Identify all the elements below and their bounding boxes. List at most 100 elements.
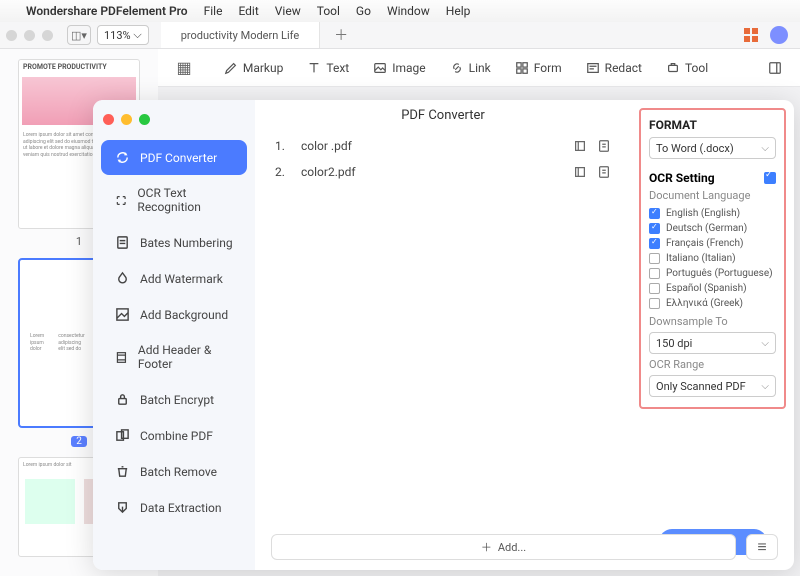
file-open-icon[interactable]: [597, 165, 611, 179]
lang-option[interactable]: Ελληνικά (Greek): [649, 296, 776, 311]
dialog-window-controls: [93, 110, 255, 139]
checkbox-icon[interactable]: [649, 298, 660, 309]
menu-window[interactable]: Window: [387, 4, 430, 18]
menu-view[interactable]: View: [275, 4, 301, 18]
close-icon[interactable]: [6, 30, 17, 41]
app-name[interactable]: Wondershare PDFelement Pro: [26, 4, 188, 18]
apps-grid-icon[interactable]: [744, 28, 758, 42]
close-icon[interactable]: [103, 114, 114, 125]
tool-label: Redact: [605, 61, 642, 75]
menu-help[interactable]: Help: [446, 4, 471, 18]
panel-toggle-icon[interactable]: [760, 57, 790, 79]
redact-tool[interactable]: Redact: [578, 57, 650, 79]
downsample-select[interactable]: 150 dpi: [649, 332, 776, 354]
tool-label: Image: [392, 61, 425, 75]
text-tool[interactable]: Text: [299, 57, 357, 79]
nav-batch-remove[interactable]: Batch Remove: [101, 454, 247, 489]
lang-option[interactable]: Español (Spanish): [649, 281, 776, 296]
sidebar-toggle-button[interactable]: ◫▾: [67, 25, 91, 45]
link-tool[interactable]: Link: [442, 57, 499, 79]
nav-label: Add Background: [140, 308, 228, 322]
zoom-window-icon[interactable]: [42, 30, 53, 41]
lang-option[interactable]: Français (French): [649, 236, 776, 251]
file-name: color .pdf: [301, 139, 573, 153]
page-number-badge: 2: [71, 436, 87, 447]
ocr-range-select[interactable]: Only Scanned PDF: [649, 375, 776, 397]
nav-ocr[interactable]: OCR Text Recognition: [101, 176, 247, 224]
tool-label: Text: [326, 61, 349, 75]
new-tab-button[interactable]: ＋: [320, 22, 362, 48]
nav-label: Batch Remove: [140, 465, 217, 479]
menu-tool[interactable]: Tool: [317, 4, 340, 18]
lang-option[interactable]: English (English): [649, 206, 776, 221]
checkbox-icon[interactable]: [649, 238, 660, 249]
checkbox-icon[interactable]: [649, 223, 660, 234]
nav-combine-pdf[interactable]: Combine PDF: [101, 418, 247, 453]
file-index: 2.: [275, 165, 301, 179]
minimize-icon[interactable]: [121, 114, 132, 125]
account-avatar[interactable]: [770, 26, 788, 44]
tool-label: Form: [534, 61, 562, 75]
list-options-button[interactable]: ≡: [746, 534, 778, 560]
ocr-heading: OCR Setting: [649, 171, 715, 185]
menu-file[interactable]: File: [204, 4, 223, 18]
thumb-title: PROMOTE PRODUCTIVITY: [19, 60, 139, 74]
form-tool[interactable]: Form: [507, 57, 570, 79]
format-heading: FORMAT: [649, 118, 776, 132]
file-index: 1.: [275, 139, 301, 153]
nav-batch-encrypt[interactable]: Batch Encrypt: [101, 382, 247, 417]
nav-pdf-converter[interactable]: PDF Converter: [101, 140, 247, 175]
lang-option[interactable]: Deutsch (German): [649, 221, 776, 236]
checkbox-icon[interactable]: [649, 208, 660, 219]
tool-label: Link: [469, 61, 491, 75]
nav-header-footer[interactable]: Add Header & Footer: [101, 333, 247, 381]
zoom-select[interactable]: 113% ⌵: [97, 25, 149, 45]
add-label: Add...: [498, 541, 526, 554]
checkbox-icon[interactable]: [649, 253, 660, 264]
nav-data-extraction[interactable]: Data Extraction: [101, 490, 247, 525]
maximize-icon[interactable]: [139, 114, 150, 125]
nav-label: Combine PDF: [140, 429, 213, 443]
minimize-icon[interactable]: [24, 30, 35, 41]
file-row[interactable]: 2. color2.pdf: [271, 159, 615, 185]
pdf-converter-dialog: PDF Converter OCR Text Recognition Bates…: [93, 100, 794, 570]
nav-label: Data Extraction: [140, 501, 222, 515]
file-name: color2.pdf: [301, 165, 573, 179]
nav-bates[interactable]: Bates Numbering: [101, 225, 247, 260]
menu-edit[interactable]: Edit: [238, 4, 258, 18]
tab-bar: productivity Modern Life ＋: [161, 22, 744, 48]
checkbox-icon[interactable]: [649, 283, 660, 294]
tool-menu[interactable]: Tool: [658, 57, 716, 79]
checkbox-icon[interactable]: [649, 268, 660, 279]
zoom-value: 113%: [104, 29, 131, 42]
doc-language-label: Document Language: [649, 189, 776, 202]
image-tool[interactable]: Image: [365, 57, 433, 79]
settings-panel: FORMAT To Word (.docx) OCR Setting Docum…: [631, 100, 794, 570]
nav-label: Bates Numbering: [140, 236, 233, 250]
format-select[interactable]: To Word (.docx): [649, 137, 776, 159]
ocr-toggle[interactable]: [764, 172, 776, 184]
document-tab[interactable]: productivity Modern Life: [161, 22, 320, 48]
tool-label: Markup: [243, 61, 284, 75]
window-controls: [6, 30, 53, 41]
mac-menubar: Wondershare PDFelement Pro File Edit Vie…: [0, 0, 800, 22]
lang-label: Ελληνικά (Greek): [666, 298, 743, 309]
format-value: To Word (.docx): [656, 142, 734, 155]
file-open-icon[interactable]: [597, 139, 611, 153]
file-settings-icon[interactable]: [573, 139, 587, 153]
add-files-button[interactable]: ＋ Add...: [271, 534, 736, 560]
nav-background[interactable]: Add Background: [101, 297, 247, 332]
nav-watermark[interactable]: Add Watermark: [101, 261, 247, 296]
markup-tool[interactable]: Markup: [216, 57, 292, 79]
downsample-label: Downsample To: [649, 315, 776, 328]
menu-go[interactable]: Go: [356, 4, 371, 18]
lang-option[interactable]: Português (Portuguese): [649, 266, 776, 281]
ocr-range-label: OCR Range: [649, 358, 776, 371]
lang-option[interactable]: Italiano (Italian): [649, 251, 776, 266]
dialog-sidebar: PDF Converter OCR Text Recognition Bates…: [93, 100, 255, 570]
language-list[interactable]: English (English) Deutsch (German) Franç…: [649, 206, 776, 311]
grid-view-icon[interactable]: ▦: [170, 56, 198, 78]
file-settings-icon[interactable]: [573, 165, 587, 179]
file-row[interactable]: 1. color .pdf: [271, 133, 615, 159]
lang-label: English (English): [666, 208, 740, 219]
